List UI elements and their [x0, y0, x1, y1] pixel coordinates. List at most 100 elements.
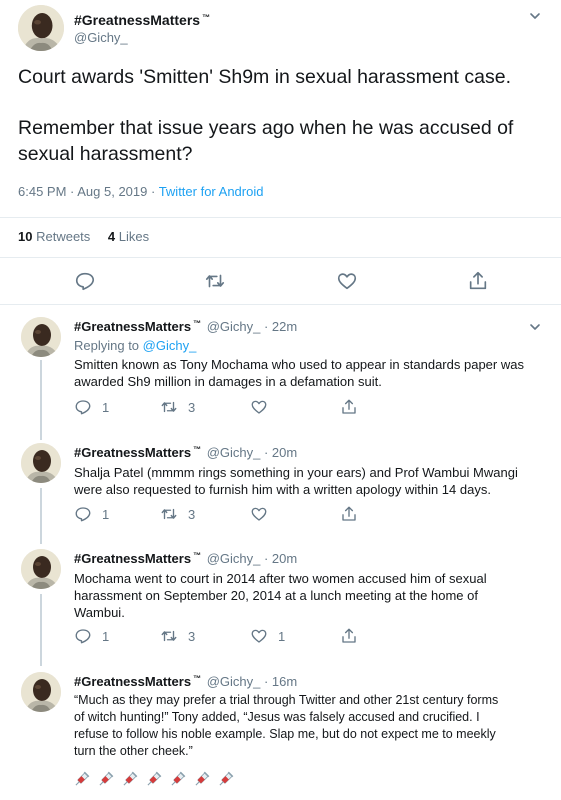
thread-line — [40, 488, 42, 544]
syringe-icon — [144, 770, 163, 789]
display-name-text: #GreatnessMatters — [74, 12, 201, 28]
replying-to: Replying to @Gichy_ — [74, 338, 196, 353]
thread-line — [40, 360, 42, 440]
trademark-symbol: ™ — [202, 13, 211, 22]
share-button[interactable] — [340, 627, 358, 645]
tweet-text-line: sexual harassment? — [18, 143, 193, 165]
reply-text: Smitten known as Tony Mochama who used t… — [74, 356, 524, 390]
reply-text-line: were also requested to furnish him with … — [74, 482, 491, 497]
syringe-icon — [120, 770, 139, 789]
avatar-image — [21, 317, 61, 357]
display-name[interactable]: #GreatnessMatters ™ — [74, 12, 210, 28]
retweets-label: Retweets — [36, 229, 91, 244]
reply-button[interactable]: 1 — [74, 627, 109, 645]
reply-text-line: awarded Sh9 million in damages in a defa… — [74, 374, 382, 389]
handle[interactable]: @Gichy_ — [74, 30, 128, 45]
reply-text-line: Wambui. — [74, 605, 125, 620]
share-button[interactable] — [467, 270, 489, 292]
tweet-text-line: Court awards 'Smitten' Sh9m in sexual ha… — [18, 66, 511, 88]
display-name[interactable]: #GreatnessMatters — [74, 551, 191, 566]
divider — [0, 257, 561, 258]
likes-stat[interactable]: 4 Likes — [108, 229, 149, 244]
tweet-stats: 10 Retweets 4 Likes — [18, 229, 149, 244]
like-button[interactable]: 1 — [250, 627, 285, 645]
reply-header: #GreatnessMatters ™ @Gichy_ · 20m — [74, 445, 297, 460]
avatar[interactable] — [21, 443, 61, 483]
display-name[interactable]: #GreatnessMatters — [74, 445, 191, 460]
reply-text-line: Mochama went to court in 2014 after two … — [74, 571, 487, 586]
chevron-down-icon[interactable] — [528, 320, 542, 334]
avatar[interactable] — [21, 549, 61, 589]
retweet-button[interactable]: 3 — [160, 627, 195, 645]
retweet-button[interactable] — [204, 270, 226, 292]
reply-count: 1 — [102, 399, 110, 415]
like-count: 1 — [278, 628, 286, 644]
reply-text-line: “Much as they may prefer a trial through… — [74, 693, 499, 707]
avatar-image — [21, 443, 61, 483]
timestamp-text: 6:45 PM · Aug 5, 2019 · — [18, 184, 159, 199]
trademark-symbol: ™ — [193, 319, 202, 328]
reply-count: 1 — [102, 506, 110, 522]
tweet-text-line: Remember that issue years ago when he wa… — [18, 117, 514, 139]
share-button[interactable] — [340, 398, 358, 416]
like-button[interactable] — [336, 270, 358, 292]
reply-header: #GreatnessMatters ™ @Gichy_ · 16m — [74, 674, 297, 689]
reply-header: #GreatnessMatters ™ @Gichy_ · 22m — [74, 319, 297, 334]
reply-button[interactable] — [74, 270, 96, 292]
like-icon — [250, 627, 268, 645]
retweets-stat[interactable]: 10 Retweets — [18, 229, 90, 244]
reply-icon — [74, 627, 92, 645]
share-icon — [340, 627, 358, 645]
avatar[interactable] — [18, 5, 64, 51]
avatar[interactable] — [21, 672, 61, 712]
share-icon — [340, 505, 358, 523]
reply-count: 1 — [102, 628, 110, 644]
share-icon — [340, 398, 358, 416]
trademark-symbol: ™ — [193, 445, 202, 454]
reply-text-line: turn the other cheek.” — [74, 744, 193, 758]
reply-icon — [74, 398, 92, 416]
display-name[interactable]: #GreatnessMatters — [74, 319, 191, 334]
retweet-icon — [160, 398, 178, 416]
syringe-icon — [192, 770, 211, 789]
reply-text: Mochama went to court in 2014 after two … — [74, 570, 487, 621]
reply-icon — [74, 270, 96, 292]
thread-line — [40, 594, 42, 666]
retweet-count: 3 — [188, 628, 196, 644]
emoji-row — [72, 770, 235, 789]
handle-time[interactable]: @Gichy_ · 20m — [207, 445, 298, 460]
reply-text-line: Smitten known as Tony Mochama who used t… — [74, 357, 524, 372]
avatar[interactable] — [21, 317, 61, 357]
syringe-icon — [168, 770, 187, 789]
reply-text-line: harassment on September 20, 2014 at a lu… — [74, 588, 478, 603]
like-icon — [336, 270, 358, 292]
replying-to-link[interactable]: @Gichy_ — [143, 338, 197, 353]
retweet-icon — [204, 270, 226, 292]
reply-text: “Much as they may prefer a trial through… — [74, 692, 498, 760]
share-button[interactable] — [340, 505, 358, 523]
like-button[interactable] — [250, 398, 268, 416]
retweet-icon — [160, 505, 178, 523]
handle-time[interactable]: @Gichy_ · 16m — [207, 674, 298, 689]
reply-icon — [74, 505, 92, 523]
replying-to-label: Replying to — [74, 338, 143, 353]
reply-text: Shalja Patel (mmmm rings something in yo… — [74, 464, 518, 498]
retweet-button[interactable]: 3 — [160, 398, 195, 416]
retweet-button[interactable]: 3 — [160, 505, 195, 523]
tweet-timestamp: 6:45 PM · Aug 5, 2019 · Twitter for Andr… — [18, 184, 263, 199]
reply-button[interactable]: 1 — [74, 398, 109, 416]
source-link[interactable]: Twitter for Android — [159, 184, 264, 199]
chevron-down-icon[interactable] — [528, 9, 542, 23]
reply-header: #GreatnessMatters ™ @Gichy_ · 20m — [74, 551, 297, 566]
retweets-count: 10 — [18, 229, 33, 244]
like-button[interactable] — [250, 505, 268, 523]
display-name[interactable]: #GreatnessMatters — [74, 674, 191, 689]
reply-button[interactable]: 1 — [74, 505, 109, 523]
syringe-icon — [72, 770, 91, 789]
retweet-count: 3 — [188, 399, 196, 415]
syringe-icon — [96, 770, 115, 789]
reply-text-line: of witch hunting!” Tony added, “Jesus wa… — [74, 710, 480, 724]
handle-time[interactable]: @Gichy_ · 20m — [207, 551, 298, 566]
reply-text-line: Shalja Patel (mmmm rings something in yo… — [74, 465, 518, 480]
handle-time[interactable]: @Gichy_ · 22m — [207, 319, 298, 334]
